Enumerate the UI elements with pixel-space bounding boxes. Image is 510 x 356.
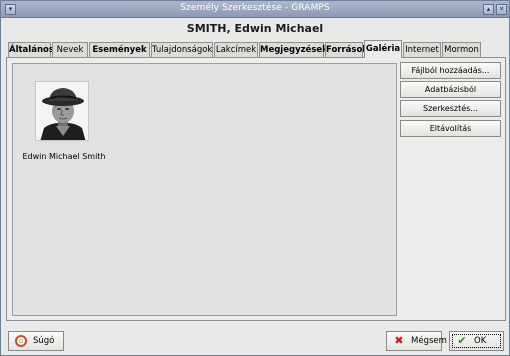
tab-gallery[interactable]: Galéria bbox=[364, 40, 402, 58]
gallery-panel: Edwin Michael Smith Fájlból hozzáadás...… bbox=[6, 57, 506, 321]
window-title: Személy Szerkesztése - GRAMPS bbox=[180, 3, 330, 13]
person-photo-thumbnail[interactable] bbox=[35, 81, 89, 141]
check-icon: ✔ bbox=[457, 334, 467, 347]
shade-button[interactable]: ▴ bbox=[483, 4, 494, 15]
ok-button[interactable]: ✔ OK bbox=[449, 331, 504, 351]
tab-sources[interactable]: Források bbox=[325, 42, 368, 58]
edit-button[interactable]: Szerkesztés... bbox=[400, 100, 501, 117]
add-from-database-button[interactable]: Adatbázisból hozzáadás... bbox=[400, 81, 501, 109]
cancel-button[interactable]: ✖ Mégsem bbox=[386, 331, 447, 351]
cancel-label: Mégsem bbox=[411, 336, 447, 346]
help-button[interactable]: Súgó bbox=[8, 331, 64, 351]
title-bar[interactable]: ▾ Személy Szerkesztése - GRAMPS ▴ ✕ bbox=[1, 1, 509, 18]
help-label: Súgó bbox=[33, 336, 55, 346]
person-name-heading: SMITH, Edwin Michael bbox=[186, 22, 324, 35]
lifebuoy-icon bbox=[15, 335, 27, 347]
remove-button[interactable]: Eltávolítás bbox=[400, 120, 501, 137]
person-editor-window: ▾ Személy Szerkesztése - GRAMPS ▴ ✕ SMIT… bbox=[0, 0, 510, 356]
photo-caption: Edwin Michael Smith bbox=[22, 152, 106, 161]
ok-label: OK bbox=[474, 336, 487, 346]
tab-mormon[interactable]: Mormon bbox=[442, 42, 481, 58]
tab-events[interactable]: Események bbox=[89, 42, 150, 58]
person-photo-icon bbox=[36, 82, 88, 140]
tab-notes[interactable]: Megjegyzések bbox=[259, 42, 328, 58]
add-from-file-button[interactable]: Fájlból hozzáadás... bbox=[400, 62, 501, 79]
tab-internet[interactable]: Internet bbox=[403, 42, 441, 58]
tab-addresses[interactable]: Lakcímek bbox=[214, 42, 258, 58]
tab-attributes[interactable]: Tulajdonságok bbox=[151, 42, 213, 58]
x-icon: ✖ bbox=[394, 334, 404, 347]
gallery-view[interactable]: Edwin Michael Smith bbox=[12, 63, 397, 316]
close-button[interactable]: ✕ bbox=[496, 4, 507, 15]
tab-names[interactable]: Nevek bbox=[52, 42, 88, 58]
tab-general[interactable]: Általános bbox=[8, 42, 54, 58]
